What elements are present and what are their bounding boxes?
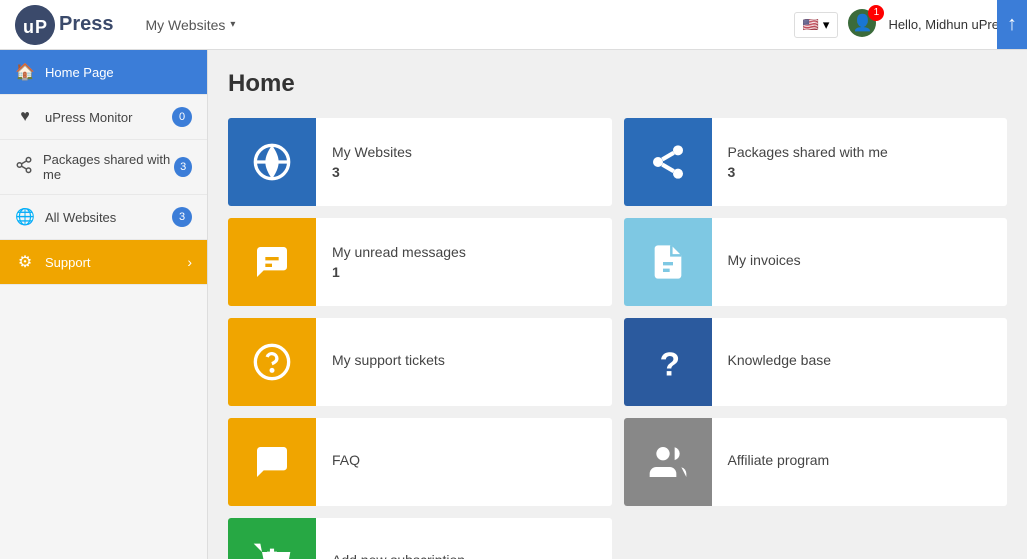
chevron-down-icon: ▾ (230, 19, 235, 30)
header-right: 🇺🇸 ▾ 👤 1 Hello, Midhun uPress (794, 9, 1012, 41)
svg-text:P: P (35, 17, 47, 37)
sidebar-item-monitor[interactable]: ♥ uPress Monitor 0 (0, 95, 207, 140)
card-my-websites-title: My Websites (332, 144, 412, 160)
logo-text: Press (59, 13, 114, 36)
all-websites-badge: 3 (172, 207, 192, 227)
card-affiliate-title: Affiliate program (728, 452, 830, 468)
page-title: Home (228, 70, 1007, 98)
card-icon-chat-bubble (228, 418, 316, 506)
sidebar: 🏠 Home Page ♥ uPress Monitor 0 Packages … (0, 50, 208, 559)
card-subscription[interactable]: Add new subscription (228, 518, 612, 559)
scroll-top-button[interactable]: ↑ (997, 0, 1027, 49)
card-subscription-content: Add new subscription (316, 540, 481, 559)
avatar: 👤 1 (848, 9, 880, 41)
card-invoices-title: My invoices (728, 252, 801, 268)
card-icon-share (624, 118, 712, 206)
card-faq-title: FAQ (332, 452, 360, 468)
card-invoices[interactable]: My invoices (624, 218, 1008, 306)
card-packages-shared-title: Packages shared with me (728, 144, 888, 160)
home-icon: 🏠 (15, 62, 35, 82)
card-subscription-title: Add new subscription (332, 552, 465, 559)
card-icon-globe (228, 118, 316, 206)
svg-text:?: ? (659, 346, 679, 382)
card-support-tickets-title: My support tickets (332, 352, 445, 368)
language-selector[interactable]: 🇺🇸 ▾ (794, 12, 839, 38)
card-packages-shared-content: Packages shared with me 3 (712, 132, 904, 192)
card-icon-chat (228, 218, 316, 306)
card-faq[interactable]: FAQ (228, 418, 612, 506)
cards-grid: My Websites 3 Packages shared with (228, 118, 1007, 559)
user-menu[interactable]: 👤 1 Hello, Midhun uPress (848, 9, 1012, 41)
card-icon-help-circle (228, 318, 316, 406)
card-messages-title: My unread messages (332, 244, 466, 260)
monitor-icon: ♥ (15, 108, 35, 126)
card-icon-question: ? (624, 318, 712, 406)
sidebar-item-home-label: Home Page (45, 65, 114, 80)
sidebar-item-all-websites-label: All Websites (45, 210, 116, 225)
logo-icon: u P (15, 5, 55, 45)
card-icon-document (624, 218, 712, 306)
all-websites-icon: 🌐 (15, 207, 35, 227)
chevron-right-icon: › (187, 254, 192, 270)
sidebar-item-packages-label: Packages shared with me (43, 152, 174, 182)
sidebar-item-monitor-label: uPress Monitor (45, 110, 132, 125)
card-knowledge-base-title: Knowledge base (728, 352, 832, 368)
support-icon: ⚙ (15, 252, 35, 272)
packages-badge: 3 (174, 157, 192, 177)
sidebar-item-home[interactable]: 🏠 Home Page (0, 50, 207, 95)
notification-badge: 1 (868, 5, 884, 21)
card-knowledge-base-content: Knowledge base (712, 340, 848, 384)
user-greeting: Hello, Midhun uPress (888, 17, 1012, 32)
card-knowledge-base[interactable]: ? Knowledge base (624, 318, 1008, 406)
card-affiliate-content: Affiliate program (712, 440, 846, 484)
card-packages-shared-count: 3 (728, 164, 888, 180)
card-icon-group (624, 418, 712, 506)
svg-text:u: u (23, 17, 34, 37)
card-affiliate[interactable]: Affiliate program (624, 418, 1008, 506)
card-invoices-content: My invoices (712, 240, 817, 284)
card-support-tickets-content: My support tickets (316, 340, 461, 384)
card-support-tickets[interactable]: My support tickets (228, 318, 612, 406)
card-my-websites-content: My Websites 3 (316, 132, 428, 192)
nav-my-websites[interactable]: My Websites ▾ (134, 0, 248, 50)
main-layout: 🏠 Home Page ♥ uPress Monitor 0 Packages … (0, 50, 1027, 559)
card-packages-shared[interactable]: Packages shared with me 3 (624, 118, 1008, 206)
share-icon (15, 156, 33, 179)
card-my-websites[interactable]: My Websites 3 (228, 118, 612, 206)
header: u P Press My Websites ▾ 🇺🇸 ▾ 👤 1 Hello, … (0, 0, 1027, 50)
sidebar-item-packages[interactable]: Packages shared with me 3 (0, 140, 207, 195)
card-faq-content: FAQ (316, 440, 376, 484)
card-messages-count: 1 (332, 264, 466, 280)
flag-chevron-icon: ▾ (823, 17, 830, 33)
sidebar-item-all-websites[interactable]: 🌐 All Websites 3 (0, 195, 207, 240)
flag-icon: 🇺🇸 (803, 17, 819, 33)
logo[interactable]: u P Press (15, 5, 114, 45)
card-messages-content: My unread messages 1 (316, 232, 482, 292)
monitor-badge: 0 (172, 107, 192, 127)
sidebar-item-support[interactable]: ⚙ Support › (0, 240, 207, 285)
card-icon-cart (228, 518, 316, 559)
content-area: Home My Websites 3 (208, 50, 1027, 559)
sidebar-item-support-label: Support (45, 255, 91, 270)
card-my-websites-count: 3 (332, 164, 412, 180)
card-messages[interactable]: My unread messages 1 (228, 218, 612, 306)
